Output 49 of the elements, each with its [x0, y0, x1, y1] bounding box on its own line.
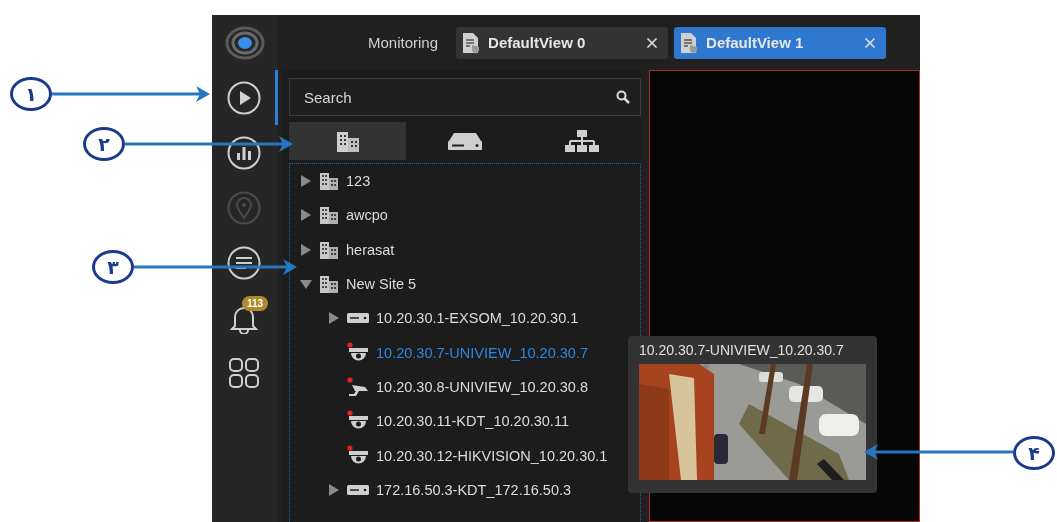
- tree-item[interactable]: 10.20.30.1-EXSOM_10.20.30.1: [376, 310, 579, 327]
- list-icon: [226, 245, 261, 280]
- server-icon: [447, 131, 483, 151]
- callout-marker: ۱: [10, 77, 52, 111]
- grid-icon: [227, 356, 260, 389]
- view-tab[interactable]: DefaultView 1: [674, 26, 887, 59]
- search-field[interactable]: Search: [302, 87, 616, 107]
- building-icon: [319, 206, 339, 225]
- collapsed-caret-icon[interactable]: [300, 209, 312, 222]
- icon-tab[interactable]: [289, 122, 407, 160]
- building-icon: [319, 172, 339, 191]
- notification-count: 113: [242, 296, 269, 311]
- collapsed-caret-icon[interactable]: [328, 483, 340, 496]
- callout-marker: ۲: [83, 127, 125, 161]
- building-icon: [319, 240, 339, 259]
- recorder-icon: [347, 312, 369, 325]
- tree-item[interactable]: 123: [346, 173, 371, 190]
- callout-marker: ۴: [1013, 436, 1055, 470]
- tree-item[interactable]: herasat: [346, 241, 395, 258]
- search-box[interactable]: Search: [289, 78, 641, 116]
- document-icon: [462, 31, 481, 54]
- collapsed-caret-icon[interactable]: [300, 243, 312, 256]
- search-icon: [616, 90, 630, 104]
- tree-item[interactable]: 10.20.30.7-UNIVIEW_10.20.30.7: [376, 344, 588, 361]
- tree-item[interactable]: New Site 5: [346, 276, 417, 293]
- tree-item[interactable]: 172.16.50.3-KDT_172.16.50.3: [376, 481, 572, 498]
- section-label: Monitoring: [368, 34, 439, 51]
- tree-item[interactable]: 10.20.30.8-UNIVIEW_10.20.30.8: [376, 378, 588, 395]
- bullet-camera-icon: [347, 376, 369, 397]
- collapsed-caret-icon[interactable]: [300, 175, 312, 188]
- location-pin-icon: [226, 190, 261, 225]
- building-icon: [334, 130, 361, 152]
- play-icon: [226, 80, 261, 115]
- app-logo-icon: [225, 25, 265, 60]
- tree-item[interactable]: awcpo: [346, 207, 388, 224]
- callout-marker: ۳: [92, 250, 134, 284]
- dome-camera-icon: [347, 444, 369, 467]
- tree-item[interactable]: 10.20.30.12-HIKVISION_10.20.30.1: [376, 447, 608, 464]
- dome-camera-icon: [347, 341, 369, 364]
- building-icon: [319, 275, 339, 294]
- document-icon: [680, 31, 699, 54]
- chart-icon: [226, 135, 261, 170]
- preview-title: 10.20.30.7-UNIVIEW_10.20.30.7: [639, 342, 845, 358]
- recorder-icon: [347, 483, 369, 496]
- expanded-caret-icon[interactable]: [300, 278, 312, 291]
- view-tab[interactable]: DefaultView 0: [456, 26, 669, 59]
- tree-item[interactable]: 10.20.30.11-KDT_10.20.30.11: [376, 413, 569, 430]
- hierarchy-icon: [565, 129, 600, 153]
- collapsed-caret-icon[interactable]: [328, 312, 340, 325]
